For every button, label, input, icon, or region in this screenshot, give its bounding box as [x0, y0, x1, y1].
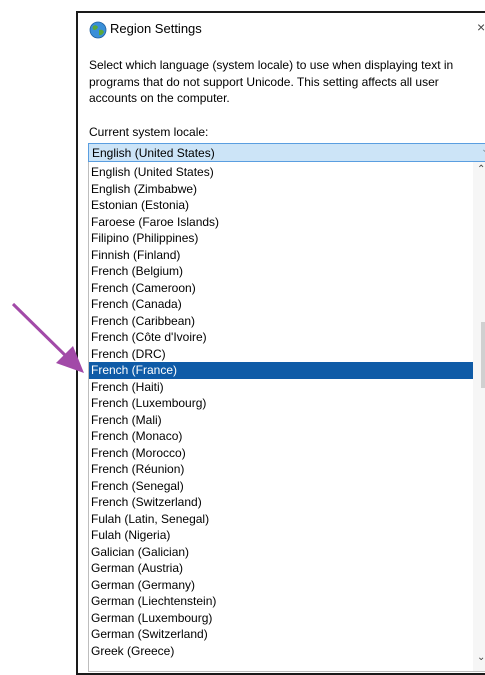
- locale-option[interactable]: French (Switzerland): [89, 494, 473, 511]
- system-locale-dropdown[interactable]: English (United States) ⌵: [88, 143, 485, 162]
- scroll-up-icon[interactable]: ⌃: [477, 164, 485, 175]
- locale-option[interactable]: French (Morocco): [89, 445, 473, 462]
- locale-option[interactable]: Fulah (Latin, Senegal): [89, 511, 473, 528]
- locale-option[interactable]: French (Caribbean): [89, 313, 473, 330]
- locale-option[interactable]: French (Cameroon): [89, 280, 473, 297]
- locale-option[interactable]: Greek (Greece): [89, 643, 473, 660]
- locale-option[interactable]: French (Mali): [89, 412, 473, 429]
- locale-option[interactable]: Fulah (Nigeria): [89, 527, 473, 544]
- locale-option[interactable]: French (Monaco): [89, 428, 473, 445]
- locale-option[interactable]: French (Côte d'Ivoire): [89, 329, 473, 346]
- locale-option[interactable]: French (Réunion): [89, 461, 473, 478]
- current-locale-label: Current system locale:: [89, 125, 209, 139]
- locale-option[interactable]: English (Zimbabwe): [89, 181, 473, 198]
- locale-option[interactable]: French (DRC): [89, 346, 473, 363]
- locale-option[interactable]: French (Haiti): [89, 379, 473, 396]
- locale-option-selected[interactable]: French (France): [89, 362, 473, 379]
- locale-option[interactable]: Faroese (Faroe Islands): [89, 214, 473, 231]
- scroll-thumb[interactable]: [481, 322, 485, 388]
- description-text: Select which language (system locale) to…: [89, 58, 454, 105]
- window-title: Region Settings: [110, 21, 202, 36]
- locale-option[interactable]: German (Luxembourg): [89, 610, 473, 627]
- locale-option[interactable]: German (Austria): [89, 560, 473, 577]
- globe-icon: [89, 21, 107, 39]
- locale-option[interactable]: French (Belgium): [89, 263, 473, 280]
- locale-listbox[interactable]: English (United States) English (Zimbabwe…: [88, 162, 485, 672]
- dropdown-selected-value: English (United States): [92, 146, 215, 160]
- vertical-scrollbar[interactable]: ⌃ ⌄: [473, 162, 485, 671]
- locale-option[interactable]: Finnish (Finland): [89, 247, 473, 264]
- locale-option[interactable]: Galician (Galician): [89, 544, 473, 561]
- close-button[interactable]: ×: [477, 19, 485, 35]
- scroll-down-icon[interactable]: ⌄: [477, 652, 485, 663]
- title-bar: Region Settings ×: [78, 13, 485, 47]
- locale-option[interactable]: German (Liechtenstein): [89, 593, 473, 610]
- locale-option[interactable]: French (Canada): [89, 296, 473, 313]
- locale-option[interactable]: French (Luxembourg): [89, 395, 473, 412]
- locale-option[interactable]: Filipino (Philippines): [89, 230, 473, 247]
- locale-option[interactable]: German (Switzerland): [89, 626, 473, 643]
- locale-option[interactable]: English (United States): [89, 164, 473, 181]
- region-settings-dialog: Region Settings × Select which language …: [76, 11, 485, 675]
- locale-option[interactable]: French (Senegal): [89, 478, 473, 495]
- locale-option[interactable]: Estonian (Estonia): [89, 197, 473, 214]
- locale-option[interactable]: German (Germany): [89, 577, 473, 594]
